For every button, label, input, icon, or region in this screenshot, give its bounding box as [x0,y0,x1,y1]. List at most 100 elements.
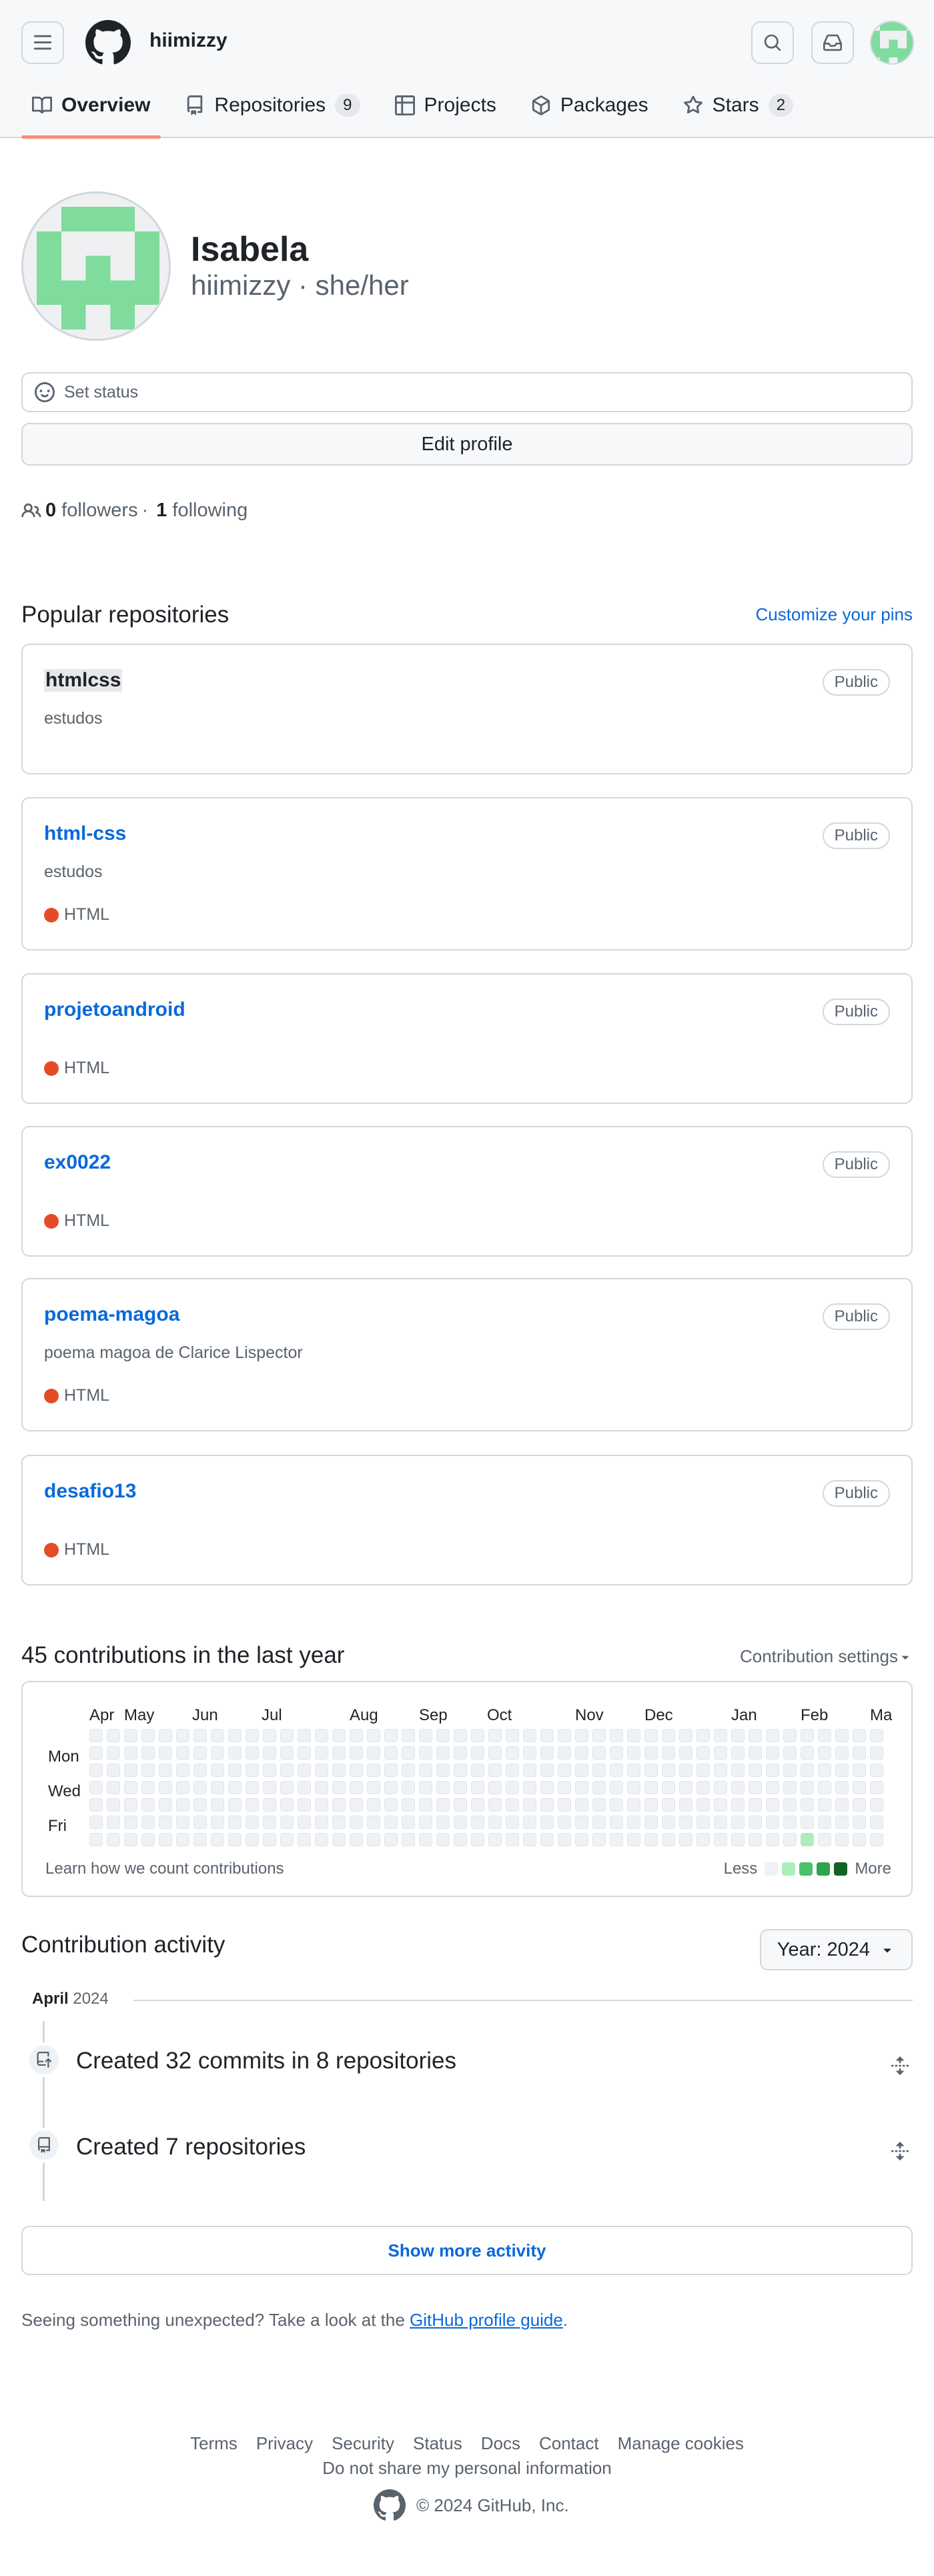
show-more-activity-button[interactable]: Show more activity [21,2226,913,2275]
contribution-cell[interactable] [488,1729,502,1742]
contribution-cell[interactable] [801,1764,814,1777]
contribution-cell[interactable] [870,1764,883,1777]
contribution-cell[interactable] [193,1816,207,1829]
contribution-cell[interactable] [402,1833,415,1846]
contribution-cell[interactable] [124,1764,137,1777]
contribution-cell[interactable] [766,1764,779,1777]
contribution-cell[interactable] [766,1729,779,1742]
contribution-cell[interactable] [107,1764,120,1777]
contribution-cell[interactable] [644,1781,658,1794]
contribution-cell[interactable] [679,1781,692,1794]
contribution-cell[interactable] [558,1764,571,1777]
followers-label[interactable]: followers [61,500,137,522]
contribution-cell[interactable] [263,1798,276,1812]
contribution-cell[interactable] [315,1729,328,1742]
contribution-cell[interactable] [644,1816,658,1829]
contribution-cell[interactable] [89,1833,103,1846]
contribution-cell[interactable] [853,1764,866,1777]
contribution-cell[interactable] [159,1816,172,1829]
contribution-cell[interactable] [298,1833,311,1846]
contribution-cell[interactable] [350,1764,363,1777]
contribution-cell[interactable] [766,1833,779,1846]
contribution-cell[interactable] [679,1816,692,1829]
contribution-cell[interactable] [731,1781,745,1794]
contribution-cell[interactable] [332,1729,346,1742]
contribution-cell[interactable] [315,1746,328,1760]
contribution-cell[interactable] [870,1729,883,1742]
contribution-cell[interactable] [853,1833,866,1846]
contribution-cell[interactable] [263,1746,276,1760]
contribution-cell[interactable] [575,1746,588,1760]
contribution-cell[interactable] [627,1764,640,1777]
contribution-cell[interactable] [246,1764,259,1777]
contribution-cell[interactable] [523,1781,536,1794]
contribution-cell[interactable] [211,1781,224,1794]
contribution-cell[interactable] [679,1764,692,1777]
contribution-cell[interactable] [592,1798,606,1812]
contribution-cell[interactable] [89,1816,103,1829]
repo-name-link[interactable]: ex0022 [44,1151,111,1174]
footer-link-manage-cookies[interactable]: Manage cookies [618,2433,744,2454]
learn-contributions-link[interactable]: Learn how we count contributions [45,1860,284,1878]
contribution-cell[interactable] [124,1729,137,1742]
contribution-cell[interactable] [246,1833,259,1846]
contribution-cell[interactable] [454,1833,467,1846]
contribution-cell[interactable] [228,1764,242,1777]
contribution-cell[interactable] [506,1816,519,1829]
contribution-cell[interactable] [488,1798,502,1812]
contribution-cell[interactable] [315,1764,328,1777]
contribution-cell[interactable] [644,1729,658,1742]
contribution-cell[interactable] [835,1729,849,1742]
contribution-cell[interactable] [107,1798,120,1812]
contribution-cell[interactable] [853,1729,866,1742]
contribution-cell[interactable] [818,1729,831,1742]
contribution-cell[interactable] [523,1746,536,1760]
contribution-cell[interactable] [523,1833,536,1846]
contribution-cell[interactable] [141,1816,155,1829]
contribution-cell[interactable] [696,1781,710,1794]
contribution-cell[interactable] [610,1764,623,1777]
contribution-cell[interactable] [471,1746,484,1760]
contribution-cell[interactable] [350,1729,363,1742]
contribution-cell[interactable] [471,1729,484,1742]
footer-link-security[interactable]: Security [332,2433,394,2454]
contribution-cell[interactable] [540,1781,554,1794]
contribution-cell[interactable] [627,1781,640,1794]
contribution-cell[interactable] [402,1798,415,1812]
contribution-cell[interactable] [419,1816,432,1829]
contribution-cell[interactable] [228,1729,242,1742]
set-status-button[interactable]: Set status [21,372,913,412]
contribution-cell[interactable] [575,1798,588,1812]
contribution-cell[interactable] [488,1816,502,1829]
profile-avatar[interactable] [21,191,171,341]
contribution-cell[interactable] [350,1798,363,1812]
contribution-cell[interactable] [89,1746,103,1760]
github-logo-icon[interactable] [85,20,131,65]
edit-profile-button[interactable]: Edit profile [21,423,913,466]
contribution-cell[interactable] [523,1816,536,1829]
header-avatar[interactable] [870,21,914,65]
contribution-cell[interactable] [644,1833,658,1846]
contribution-cell[interactable] [558,1833,571,1846]
contribution-cell[interactable] [662,1816,675,1829]
contribution-cell[interactable] [696,1816,710,1829]
contribution-cell[interactable] [280,1798,294,1812]
github-logo-icon[interactable] [374,2489,406,2521]
contribution-cell[interactable] [332,1833,346,1846]
contribution-cell[interactable] [766,1746,779,1760]
contribution-cell[interactable] [870,1781,883,1794]
contribution-cell[interactable] [280,1816,294,1829]
contribution-cell[interactable] [402,1816,415,1829]
contribution-cell[interactable] [592,1781,606,1794]
contribution-cell[interactable] [818,1764,831,1777]
contribution-cell[interactable] [315,1781,328,1794]
contribution-cell[interactable] [627,1798,640,1812]
contribution-cell[interactable] [176,1746,189,1760]
contribution-cell[interactable] [506,1833,519,1846]
contribution-cell[interactable] [384,1729,398,1742]
contribution-cell[interactable] [783,1764,797,1777]
contribution-cell[interactable] [731,1816,745,1829]
menu-button[interactable] [21,21,64,64]
contribution-cell[interactable] [540,1764,554,1777]
footer-link-terms[interactable]: Terms [190,2433,238,2454]
